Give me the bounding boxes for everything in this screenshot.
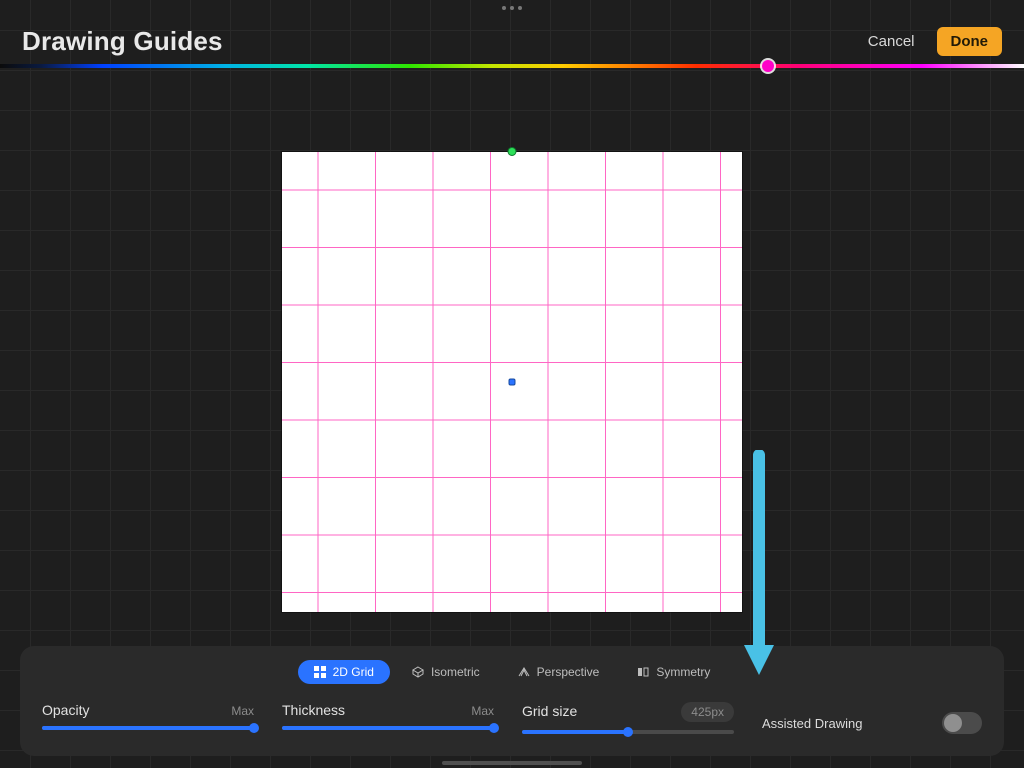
opacity-value: Max xyxy=(231,704,254,718)
header-actions: Cancel Done xyxy=(868,27,1002,56)
assisted-drawing-toggle[interactable] xyxy=(942,712,982,734)
opacity-label: Opacity xyxy=(42,702,89,718)
cancel-button[interactable]: Cancel xyxy=(868,33,915,50)
guide-mode-label: 2D Grid xyxy=(333,666,374,678)
center-handle[interactable] xyxy=(509,379,516,386)
symmetry-icon xyxy=(637,666,649,678)
thickness-slider[interactable] xyxy=(282,726,494,730)
guide-mode-label: Isometric xyxy=(431,666,480,678)
guide-mode-symmetry[interactable]: Symmetry xyxy=(621,660,726,684)
grid-size-slider[interactable] xyxy=(522,730,734,734)
opacity-control: Opacity Max xyxy=(42,702,254,730)
guide-mode-isometric[interactable]: Isometric xyxy=(396,660,496,684)
rotation-handle[interactable] xyxy=(508,147,517,156)
opacity-slider[interactable] xyxy=(42,726,254,730)
toggle-knob xyxy=(944,714,962,732)
thickness-control: Thickness Max xyxy=(282,702,494,730)
canvas-grid xyxy=(282,152,742,612)
guide-mode-2d-grid[interactable]: 2D Grid xyxy=(298,660,390,684)
bottom-panel: 2D Grid Isometric Perspective Symmetry xyxy=(20,646,1004,756)
color-spectrum-slider[interactable] xyxy=(0,64,1024,68)
grid-size-control: Grid size 425px xyxy=(522,702,734,734)
grid-size-value[interactable]: 425px xyxy=(681,702,734,722)
guide-mode-perspective[interactable]: Perspective xyxy=(502,660,616,684)
guide-mode-label: Symmetry xyxy=(656,666,710,678)
thickness-label: Thickness xyxy=(282,702,345,718)
guide-mode-label: Perspective xyxy=(537,666,600,678)
drag-handle-icon[interactable] xyxy=(502,6,522,10)
assisted-drawing-label: Assisted Drawing xyxy=(762,716,862,731)
perspective-icon xyxy=(518,666,530,678)
isometric-icon xyxy=(412,666,424,678)
thickness-value: Max xyxy=(471,704,494,718)
page-title: Drawing Guides xyxy=(22,26,223,57)
canvas-preview[interactable] xyxy=(282,152,742,612)
grid-size-label: Grid size xyxy=(522,703,577,719)
home-indicator xyxy=(442,761,582,765)
color-spectrum-thumb[interactable] xyxy=(762,60,774,72)
done-button[interactable]: Done xyxy=(937,27,1003,56)
assisted-drawing-control: Assisted Drawing xyxy=(762,702,982,734)
header-bar: Drawing Guides Cancel Done xyxy=(0,0,1024,71)
grid-2d-icon xyxy=(314,666,326,678)
guide-mode-segmented: 2D Grid Isometric Perspective Symmetry xyxy=(298,660,727,684)
